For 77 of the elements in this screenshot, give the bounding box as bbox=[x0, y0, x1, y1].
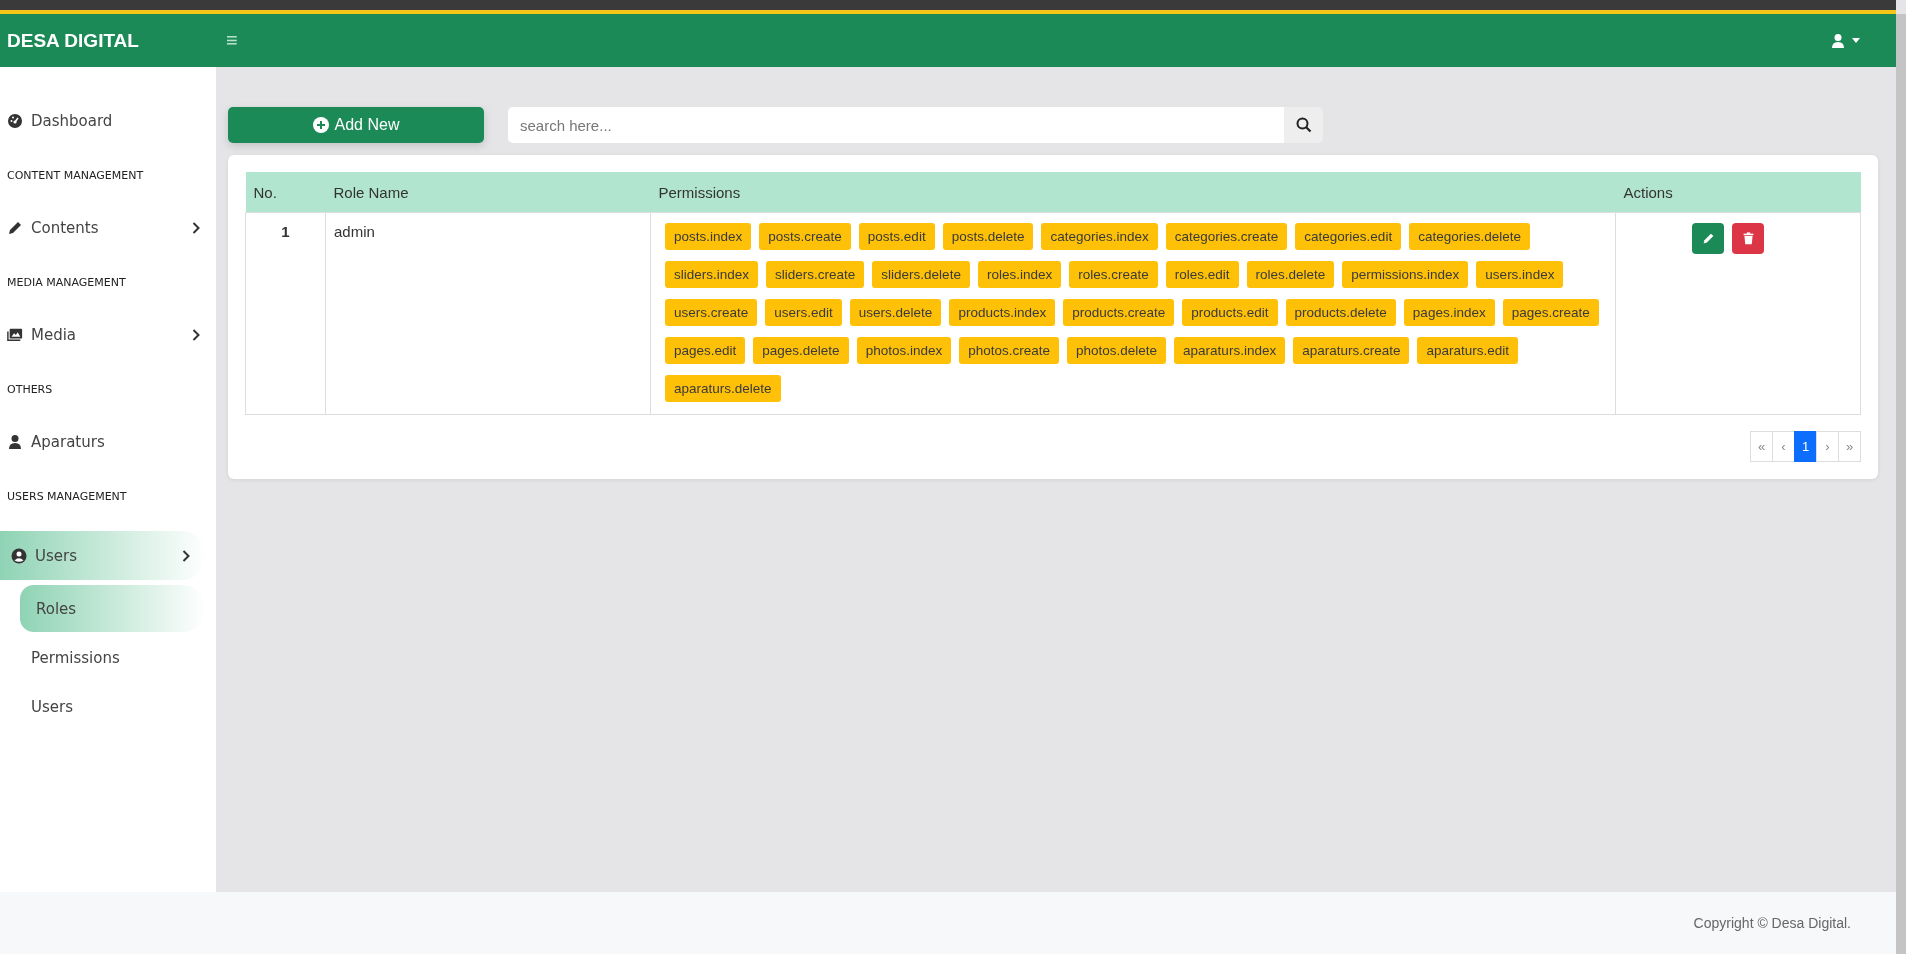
page-link[interactable]: 1 bbox=[1794, 431, 1817, 462]
chevron-right-icon bbox=[192, 329, 200, 341]
section-heading: USERS MANAGEMENT bbox=[6, 490, 128, 503]
permission-badge: categories.edit bbox=[1295, 223, 1402, 250]
section-heading: CONTENT MANAGEMENT bbox=[6, 169, 145, 182]
pencil-icon bbox=[7, 220, 23, 236]
user-circle-icon bbox=[11, 547, 27, 564]
chevron-right-icon bbox=[192, 222, 200, 234]
permission-badge: aparaturs.edit bbox=[1417, 337, 1519, 364]
search-field[interactable]: search here... bbox=[508, 107, 1284, 143]
sidebar-item[interactable]: Aparaturs bbox=[0, 418, 216, 466]
permission-badge: products.delete bbox=[1285, 299, 1396, 326]
edit-button[interactable] bbox=[1692, 223, 1724, 254]
permission-badge: sliders.delete bbox=[872, 261, 970, 288]
pencil-icon bbox=[1701, 232, 1715, 245]
chevron-right-icon bbox=[182, 549, 190, 562]
permission-badge: roles.edit bbox=[1165, 261, 1239, 288]
search-button[interactable] bbox=[1284, 107, 1323, 143]
permission-badge: aparaturs.create bbox=[1293, 337, 1410, 364]
permission-badge: categories.create bbox=[1165, 223, 1288, 250]
permission-badge: sliders.create bbox=[766, 261, 865, 288]
add-new-button[interactable]: Add New bbox=[228, 107, 484, 143]
person-icon bbox=[7, 434, 23, 450]
permission-badge: posts.edit bbox=[858, 223, 935, 250]
copyright-text: Copyright © Desa Digital. bbox=[1693, 915, 1851, 931]
sidebar-item[interactable]: Contents bbox=[0, 204, 216, 252]
permission-badge: photos.delete bbox=[1067, 337, 1167, 364]
sidebar-item[interactable]: Dashboard bbox=[0, 97, 216, 145]
trash-icon bbox=[1741, 232, 1755, 245]
page-link[interactable]: » bbox=[1838, 431, 1861, 462]
gauge-icon bbox=[7, 113, 23, 129]
permission-badge: users.edit bbox=[765, 299, 842, 326]
plus-circle-icon bbox=[312, 117, 329, 133]
submenu-item[interactable]: Permissions bbox=[0, 634, 216, 681]
permission-badge: roles.delete bbox=[1246, 261, 1335, 288]
section-heading: OTHERS bbox=[6, 383, 54, 396]
permission-badge: roles.create bbox=[1069, 261, 1158, 288]
user-icon bbox=[1830, 32, 1846, 49]
permission-badge: pages.edit bbox=[665, 337, 746, 364]
page-link[interactable]: › bbox=[1816, 431, 1839, 462]
section-heading: MEDIA MANAGEMENT bbox=[6, 276, 127, 289]
submenu-item[interactable]: Users bbox=[0, 683, 216, 730]
delete-button[interactable] bbox=[1732, 223, 1764, 254]
column-header: No. bbox=[245, 172, 326, 213]
brand-title: DESA DIGITAL bbox=[6, 29, 140, 52]
permission-badge: users.delete bbox=[849, 299, 942, 326]
permission-badge: aparaturs.delete bbox=[665, 375, 781, 402]
permission-badge: products.create bbox=[1063, 299, 1175, 326]
table-cell: 1 bbox=[245, 212, 326, 415]
permission-badge: pages.delete bbox=[753, 337, 849, 364]
permission-badge: photos.index bbox=[856, 337, 952, 364]
permission-badge: products.edit bbox=[1182, 299, 1278, 326]
column-header: Permissions bbox=[650, 172, 1616, 213]
permission-badge: posts.create bbox=[759, 223, 851, 250]
sidebar-item[interactable]: Media bbox=[0, 311, 216, 359]
permission-badge: roles.index bbox=[977, 261, 1062, 288]
page-link[interactable]: ‹ bbox=[1772, 431, 1795, 462]
permission-badge: pages.index bbox=[1403, 299, 1495, 326]
permission-badge: users.index bbox=[1476, 261, 1564, 288]
permission-badge: posts.index bbox=[665, 223, 752, 250]
search-icon bbox=[1295, 117, 1312, 133]
permission-badge: aparaturs.index bbox=[1174, 337, 1286, 364]
permission-badge: sliders.index bbox=[665, 261, 759, 288]
permission-badge: photos.create bbox=[959, 337, 1059, 364]
permission-badge: pages.create bbox=[1502, 299, 1599, 326]
permission-badge: users.create bbox=[665, 299, 758, 326]
table-cell: admin bbox=[325, 212, 651, 415]
column-header: Role Name bbox=[325, 172, 651, 213]
images-icon bbox=[7, 327, 23, 343]
permission-badge: categories.index bbox=[1041, 223, 1158, 250]
column-header: Actions bbox=[1615, 172, 1861, 213]
permission-badge: permissions.index bbox=[1342, 261, 1469, 288]
permission-badge: categories.delete bbox=[1409, 223, 1530, 250]
permission-badge: products.index bbox=[949, 299, 1056, 326]
permission-badge: posts.delete bbox=[942, 223, 1034, 250]
caret-icon bbox=[1852, 38, 1860, 43]
page-link[interactable]: « bbox=[1750, 431, 1773, 462]
